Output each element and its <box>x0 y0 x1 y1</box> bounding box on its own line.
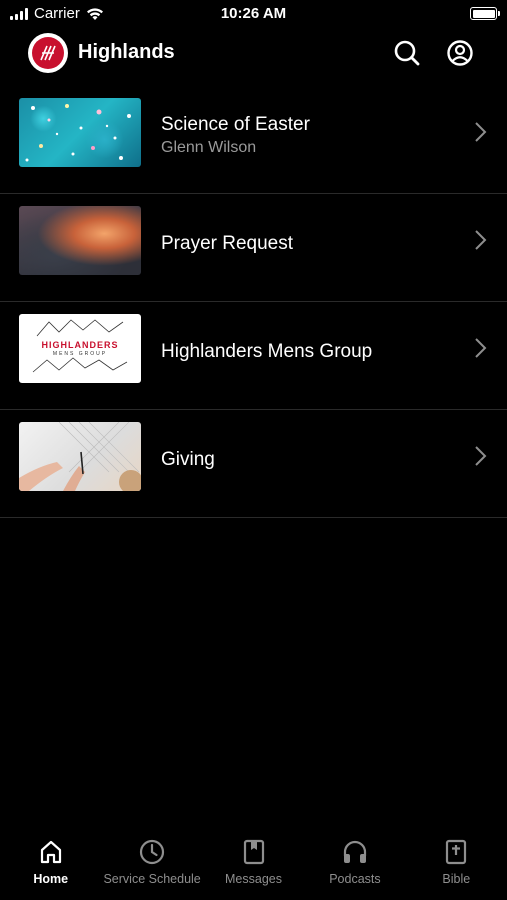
content-list: Science of Easter Glenn Wilson Prayer Re… <box>0 86 507 518</box>
search-button[interactable] <box>392 38 422 68</box>
headphones-icon <box>343 840 367 863</box>
tab-label: Messages <box>225 872 282 886</box>
book-icon <box>243 839 264 865</box>
chevron-right-icon <box>475 446 487 466</box>
tab-podcasts[interactable]: Podcasts <box>304 830 405 900</box>
chevron-right-icon <box>475 230 487 250</box>
tab-service-schedule[interactable]: Service Schedule <box>101 830 202 900</box>
bible-icon <box>446 839 467 865</box>
science-of-easter-thumbnail <box>19 98 141 167</box>
thumb-subtitle: MENS GROUP <box>52 351 108 357</box>
list-item-title: Prayer Request <box>161 232 294 254</box>
thumb-title: HIGHLANDERS <box>41 340 119 350</box>
prayer-request-thumbnail <box>19 206 141 275</box>
tab-bar: Home Service Schedule Messages Podcasts … <box>0 830 507 900</box>
tab-label: Podcasts <box>329 872 381 886</box>
list-item-highlanders-mens-group[interactable]: HIGHLANDERS MENS GROUP Highlanders Mens … <box>0 302 507 410</box>
tab-label: Bible <box>442 872 471 886</box>
list-item-title: Highlanders Mens Group <box>161 340 373 362</box>
list-item-text: Giving <box>161 410 215 517</box>
account-icon <box>447 40 473 66</box>
giving-thumbnail <box>19 422 141 491</box>
clock-icon <box>140 839 165 865</box>
app-header: Highlands <box>0 30 507 76</box>
status-time: 10:26 AM <box>220 5 287 22</box>
list-item-giving[interactable]: Giving <box>0 410 507 518</box>
list-item-text: Highlanders Mens Group <box>161 302 372 409</box>
tab-messages[interactable]: Messages <box>203 830 304 900</box>
chevron-right-icon <box>475 338 487 358</box>
search-icon <box>394 40 420 66</box>
highlands-logo <box>28 33 68 73</box>
tab-home[interactable]: Home <box>0 830 101 900</box>
home-icon <box>40 840 61 864</box>
battery-icon <box>470 7 500 20</box>
highlanders-mens-group-thumbnail: HIGHLANDERS MENS GROUP <box>19 314 141 383</box>
chevron-right-icon <box>475 122 487 142</box>
list-item-title: Giving <box>161 448 215 470</box>
tab-label: Home <box>33 872 69 886</box>
tab-label: Service Schedule <box>103 872 201 886</box>
app-title: Highlands <box>78 41 175 63</box>
status-bar: Carrier 10:26 AM <box>0 0 507 28</box>
list-item-prayer-request[interactable]: Prayer Request <box>0 194 507 302</box>
list-item-science-of-easter[interactable]: Science of Easter Glenn Wilson <box>0 86 507 194</box>
list-item-text: Prayer Request <box>161 194 293 301</box>
list-item-text: Science of Easter Glenn Wilson <box>161 86 310 193</box>
list-item-subtitle: Glenn Wilson <box>161 139 257 156</box>
account-button[interactable] <box>445 38 475 68</box>
tab-bible[interactable]: Bible <box>406 830 507 900</box>
list-item-title: Science of Easter <box>161 114 310 135</box>
